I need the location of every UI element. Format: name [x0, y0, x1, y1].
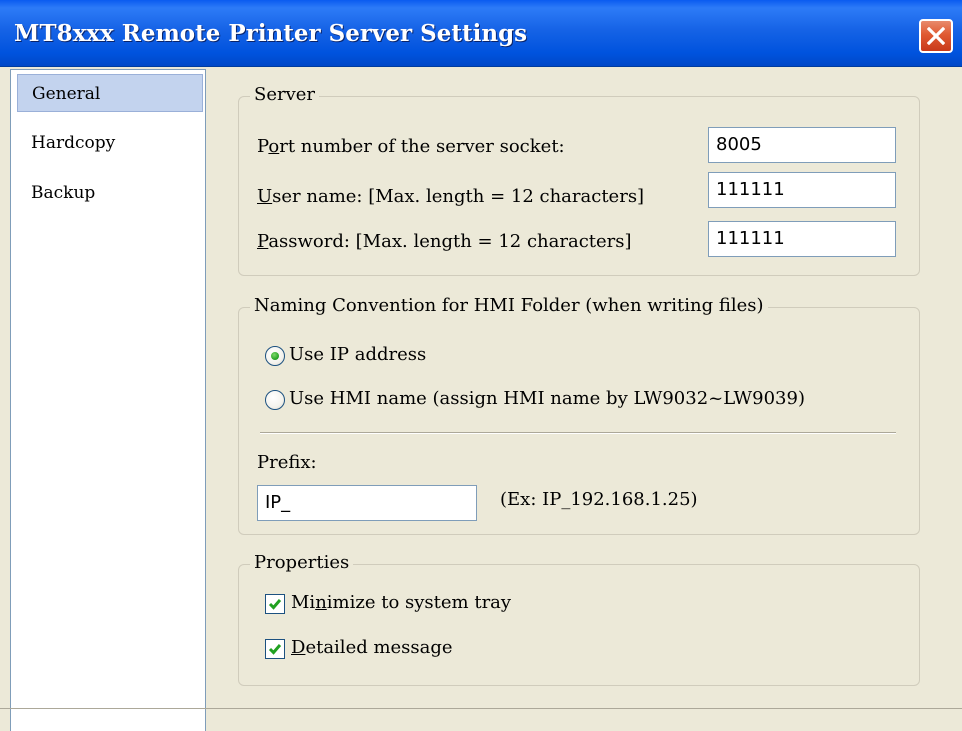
port-label-text: rt number of the server socket:	[279, 136, 565, 157]
detailed-message-label[interactable]: Detailed message	[291, 636, 453, 660]
detailed-message-checkbox[interactable]	[265, 639, 285, 659]
port-label-text: P	[257, 136, 269, 157]
checkmark-icon	[268, 644, 282, 655]
sidebar-item-label: Backup	[31, 183, 96, 203]
sidebar-item-hardcopy[interactable]: Hardcopy	[17, 124, 203, 162]
minimize-label[interactable]: Minimize to system tray	[291, 591, 511, 615]
minimize-label-accel: n	[315, 592, 327, 613]
minimize-checkbox[interactable]	[265, 594, 285, 614]
sidebar-item-backup[interactable]: Backup	[17, 174, 203, 212]
server-legend: Server	[250, 83, 320, 107]
port-label-accel: o	[268, 136, 280, 157]
prefix-example: (Ex: IP_192.168.1.25)	[500, 489, 698, 510]
window-title: MT8xxx Remote Printer Server Settings	[14, 20, 528, 47]
use-hmi-name-label[interactable]: Use HMI name (assign HMI name by LW9032~…	[289, 387, 805, 411]
password-label-text: assword: [Max. length = 12 characters]	[268, 231, 632, 252]
bottom-divider	[0, 708, 962, 709]
sidebar: General Hardcopy Backup	[10, 69, 206, 731]
user-label-accel: U	[257, 186, 273, 207]
close-button[interactable]	[919, 19, 953, 53]
checkmark-icon	[268, 599, 282, 610]
detailed-label-text: etailed message	[305, 637, 453, 658]
detailed-label-accel: D	[291, 637, 306, 658]
sidebar-item-label: Hardcopy	[31, 133, 116, 153]
properties-legend: Properties	[250, 551, 354, 575]
use-ip-label[interactable]: Use IP address	[289, 343, 426, 367]
title-bar[interactable]: MT8xxx Remote Printer Server Settings	[0, 0, 962, 67]
user-name-input[interactable]: 111111	[708, 172, 896, 208]
password-label-accel: P	[257, 231, 269, 252]
prefix-label: Prefix:	[257, 452, 317, 473]
minimize-label-text: Mi	[291, 592, 316, 613]
user-name-label: User name: [Max. length = 12 characters]	[257, 185, 644, 209]
properties-group	[238, 564, 920, 686]
port-input[interactable]: 8005	[708, 127, 896, 163]
sidebar-item-general[interactable]: General	[17, 74, 203, 112]
prefix-input[interactable]: IP_	[257, 485, 477, 521]
naming-legend: Naming Convention for HMI Folder (when w…	[250, 294, 768, 318]
sidebar-item-label: General	[32, 84, 101, 104]
radio-selected-dot	[271, 352, 279, 360]
separator	[260, 432, 896, 434]
minimize-label-text: imize to system tray	[326, 592, 512, 613]
port-label: Port number of the server socket:	[257, 135, 565, 159]
password-label: Password: [Max. length = 12 characters]	[257, 230, 632, 254]
use-hmi-name-radio[interactable]	[265, 390, 285, 410]
close-icon	[927, 27, 945, 45]
user-label-text: ser name: [Max. length = 12 characters]	[272, 186, 645, 207]
use-ip-radio[interactable]	[265, 346, 285, 366]
password-input[interactable]: 111111	[708, 221, 896, 257]
